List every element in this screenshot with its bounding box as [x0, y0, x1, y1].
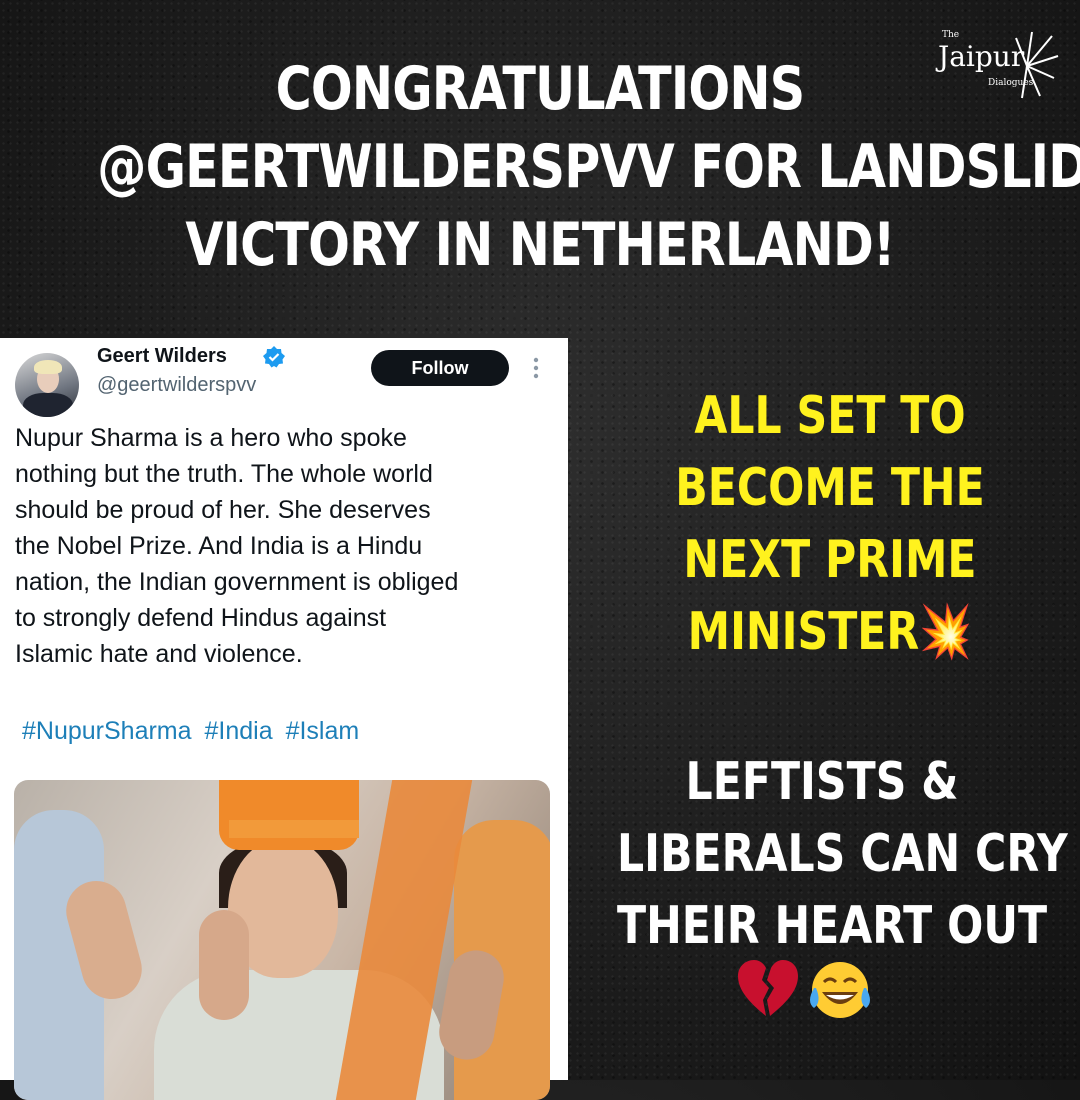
emoji-row	[736, 958, 876, 1026]
jaipur-dialogues-logo: The Jaipur Dialogues	[928, 24, 1068, 104]
hashtag-link[interactable]: #Islam	[286, 717, 360, 745]
tweet-body-line: Islamic hate and violence.	[15, 640, 303, 668]
hashtag-link[interactable]: #India	[204, 717, 272, 745]
callout-line: MINISTER💥	[687, 602, 973, 662]
tweet-hashtags: #NupurSharma #India #Islam	[22, 717, 365, 746]
hashtag-link[interactable]: #NupurSharma	[22, 717, 192, 745]
tears-of-joy-icon	[810, 962, 870, 1018]
callout-line: ALL SET TO	[694, 386, 966, 446]
more-options-icon[interactable]	[532, 356, 540, 384]
tweet-photo[interactable]	[14, 780, 550, 1100]
tweet-author-name[interactable]: Geert Wilders	[97, 345, 227, 368]
callout-line: LEFTISTS &	[685, 752, 959, 812]
tweet-body-line: Nupur Sharma is a hero who spoke	[15, 424, 407, 452]
callout-line: NEXT PRIME	[683, 530, 977, 590]
callout-line: LIBERALS CAN CRY	[617, 824, 1068, 884]
tweet-body-line: nothing but the truth. The whole world	[15, 460, 433, 488]
headline-line-2: @GEERTWILDERSPVV FOR LANDSLIDE	[97, 132, 1080, 202]
tweet-body-line: nation, the Indian government is obliged	[15, 568, 459, 596]
avatar[interactable]	[15, 353, 79, 417]
verified-badge-icon	[262, 345, 286, 373]
tweet-body-line: to strongly defend Hindus against	[15, 604, 387, 632]
headline: CONGRATULATIONS @GEERTWILDERSPVV FOR LAN…	[97, 50, 1080, 284]
tweet-body-line: should be proud of her. She deserves	[15, 496, 431, 524]
callout-line: BECOME THE	[675, 458, 985, 518]
tweet-body-line: the Nobel Prize. And India is a Hindu	[15, 532, 423, 560]
follow-button[interactable]: Follow	[371, 350, 509, 386]
tweet-body: Nupur Sharma is a hero who spoke nothing…	[15, 420, 555, 672]
tweet-author-handle[interactable]: @geertwilderspvv	[97, 374, 256, 397]
leftists-callout: LEFTISTS & LIBERALS CAN CRY THEIR HEART …	[617, 746, 1068, 962]
headline-line-3: VICTORY IN NETHERLAND!	[185, 210, 895, 280]
headline-line-1: CONGRATULATIONS	[275, 54, 806, 124]
callout-line: THEIR HEART OUT	[617, 896, 1048, 956]
broken-heart-icon	[738, 960, 798, 1016]
prime-minister-callout: ALL SET TO BECOME THE NEXT PRIME MINISTE…	[641, 380, 1018, 668]
sun-burst-icon	[1015, 31, 1059, 99]
